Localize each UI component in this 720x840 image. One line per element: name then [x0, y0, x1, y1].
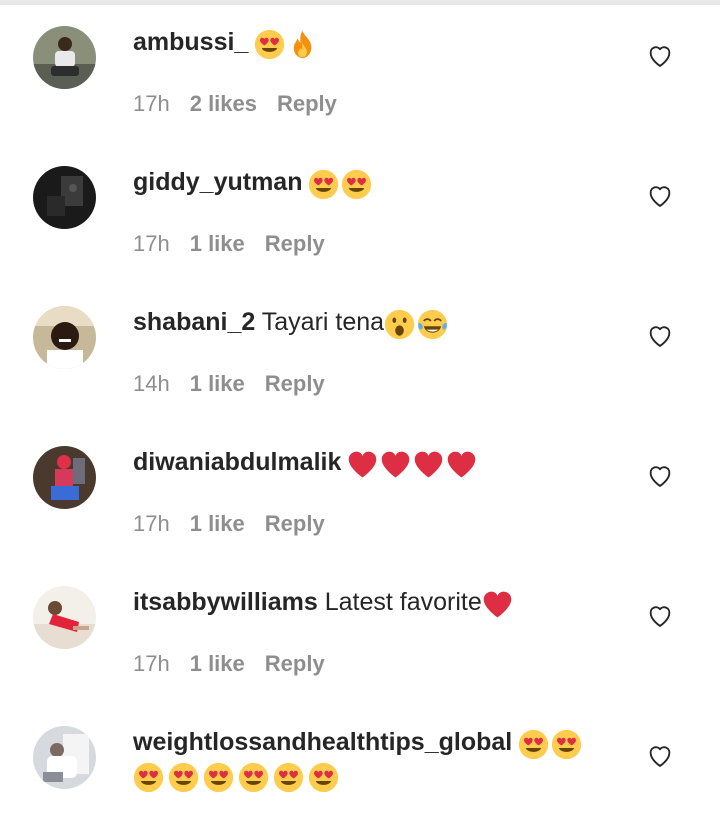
- like-heart-icon[interactable]: [646, 322, 674, 350]
- comment-username[interactable]: shabani_2: [133, 308, 255, 336]
- comment-body: shabani_2 Tayari tena: [133, 304, 653, 341]
- comment-body: itsabbywilliams Latest favorite: [133, 584, 653, 621]
- reply-button[interactable]: Reply: [277, 91, 337, 116]
- comment-username[interactable]: weightlossandhealthtips_global: [133, 728, 512, 756]
- comment-emojis: [482, 585, 515, 621]
- face-tears-of-joy-emoji: [417, 309, 450, 340]
- comment-likes-count[interactable]: 1 like: [190, 371, 245, 396]
- face-open-mouth-emoji: [384, 309, 417, 340]
- comment-timestamp: 17h: [133, 651, 170, 676]
- comment-likes-count[interactable]: 1 like: [190, 231, 245, 256]
- comment-row: weightlossandhealthtips_global: [0, 700, 720, 840]
- comment-timestamp: 17h: [133, 231, 170, 256]
- red-heart-emoji: [446, 449, 479, 478]
- comment-emojis: [347, 445, 479, 481]
- comment-body: giddy_yutman: [133, 164, 653, 201]
- smiling-face-heart-eyes-emoji: [308, 169, 341, 200]
- comment-text: Latest favorite: [324, 588, 482, 616]
- comment-emojis: [254, 25, 320, 61]
- smiling-face-heart-eyes-emoji: [308, 762, 343, 793]
- comment-emojis: [518, 725, 584, 761]
- reply-button[interactable]: Reply: [265, 511, 325, 536]
- smiling-face-heart-eyes-emoji: [168, 762, 203, 793]
- smiling-face-heart-eyes-emoji: [551, 729, 584, 760]
- smiling-face-heart-eyes-emoji: [133, 762, 168, 793]
- smiling-face-heart-eyes-emoji: [341, 169, 374, 200]
- comment-row: shabani_2 Tayari tena 14h 1 like Reply: [0, 280, 720, 420]
- like-heart-icon[interactable]: [646, 42, 674, 70]
- comment-meta: 17h 1 like Reply: [133, 509, 345, 539]
- smiling-face-heart-eyes-emoji: [518, 729, 551, 760]
- comment-username[interactable]: diwaniabdulmalik: [133, 448, 341, 476]
- red-heart-emoji: [380, 449, 413, 478]
- smiling-face-heart-eyes-emoji: [273, 762, 308, 793]
- comment-likes-count[interactable]: 1 like: [190, 651, 245, 676]
- avatar[interactable]: [33, 26, 96, 89]
- comment-meta: 17h 1 like Reply: [133, 229, 345, 259]
- smiling-face-heart-eyes-emoji: [254, 29, 287, 60]
- comment-row: diwaniabdulmalik 17h 1 like Reply: [0, 420, 720, 560]
- avatar[interactable]: [33, 306, 96, 369]
- comment-row: ambussi_ 17h 2 likes Reply: [0, 0, 720, 140]
- like-heart-icon[interactable]: [646, 182, 674, 210]
- avatar[interactable]: [33, 446, 96, 509]
- like-heart-icon[interactable]: [646, 742, 674, 770]
- comment-timestamp: 17h: [133, 511, 170, 536]
- comment-row: itsabbywilliams Latest favorite 17h 1 like…: [0, 560, 720, 700]
- reply-button[interactable]: Reply: [265, 651, 325, 676]
- comment-meta: 17h 1 like Reply: [133, 649, 345, 679]
- comment-likes-count[interactable]: 2 likes: [190, 91, 257, 116]
- comment-emojis-continued: [133, 762, 343, 793]
- comment-meta: 17h 2 likes Reply: [133, 89, 357, 119]
- avatar[interactable]: [33, 166, 96, 229]
- comment-body: ambussi_: [133, 24, 653, 61]
- avatar[interactable]: [33, 726, 96, 789]
- comment-body: weightlossandhealthtips_global: [133, 724, 653, 761]
- reply-button[interactable]: Reply: [265, 371, 325, 396]
- fire-emoji: [287, 29, 320, 59]
- comment-timestamp: 17h: [133, 91, 170, 116]
- red-heart-emoji: [413, 449, 446, 478]
- comment-username[interactable]: giddy_yutman: [133, 168, 302, 196]
- like-heart-icon[interactable]: [646, 602, 674, 630]
- red-heart-emoji: [347, 449, 380, 478]
- comment-meta: 14h 1 like Reply: [133, 369, 345, 399]
- smiling-face-heart-eyes-emoji: [238, 762, 273, 793]
- comment-text: Tayari tena: [261, 308, 385, 336]
- comment-emojis: [308, 165, 374, 201]
- comment-username[interactable]: ambussi_: [133, 28, 248, 56]
- smiling-face-heart-eyes-emoji: [203, 762, 238, 793]
- red-heart-emoji: [482, 589, 515, 618]
- reply-button[interactable]: Reply: [265, 231, 325, 256]
- comment-timestamp: 14h: [133, 371, 170, 396]
- comment-body: diwaniabdulmalik: [133, 444, 653, 481]
- avatar[interactable]: [33, 586, 96, 649]
- like-heart-icon[interactable]: [646, 462, 674, 490]
- comment-likes-count[interactable]: 1 like: [190, 511, 245, 536]
- comment-emojis: [384, 305, 450, 341]
- comment-username[interactable]: itsabbywilliams: [133, 588, 318, 616]
- comment-row: giddy_yutman 17h 1 like Reply: [0, 140, 720, 280]
